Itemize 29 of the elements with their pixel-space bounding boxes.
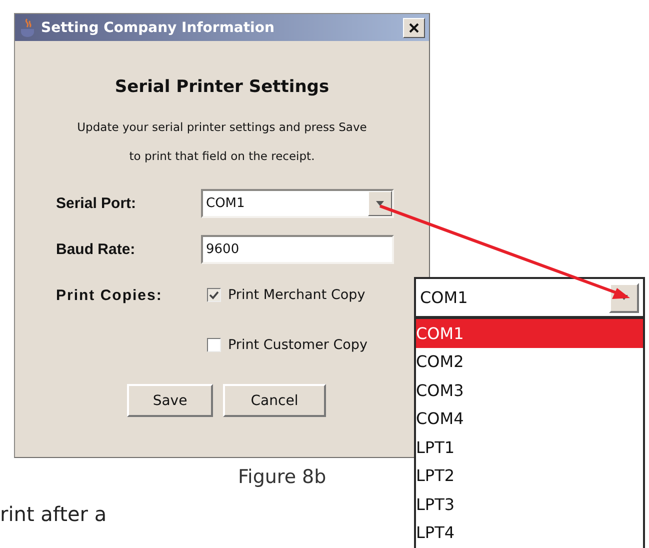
dropdown-option[interactable]: COM4 bbox=[416, 404, 643, 433]
copy-checkbox[interactable]: Print Customer Copy bbox=[207, 337, 368, 353]
serial-port-dropdown[interactable]: COM1 bbox=[201, 188, 394, 218]
window-title: Setting Company Information bbox=[41, 20, 276, 36]
dropdown-option[interactable]: COM3 bbox=[416, 376, 643, 404]
dialog-button[interactable]: Cancel bbox=[223, 384, 326, 417]
dropdown-option[interactable]: COM2 bbox=[416, 348, 643, 376]
field-label: Serial Port: bbox=[56, 194, 138, 212]
close-button[interactable] bbox=[403, 18, 425, 38]
field-label: Baud Rate: bbox=[56, 240, 136, 258]
body-text: rint after a bbox=[0, 502, 107, 526]
checkmark-icon bbox=[209, 290, 219, 300]
dropdown-option[interactable]: LPT4 bbox=[416, 518, 643, 547]
field-label: Print Copies: bbox=[56, 286, 164, 304]
dropdown-option[interactable]: LPT2 bbox=[416, 462, 643, 490]
dropdown-option[interactable]: LPT3 bbox=[416, 490, 643, 518]
dropdown-option[interactable]: COM1 bbox=[416, 319, 643, 348]
close-icon bbox=[409, 22, 419, 32]
dialog-button[interactable]: Save bbox=[127, 384, 213, 417]
caret-icon bbox=[376, 200, 384, 206]
coffee-cup-icon bbox=[19, 18, 37, 38]
baud-rate-field[interactable]: 9600 bbox=[201, 234, 394, 264]
dialog-heading: Serial Printer Settings bbox=[114, 77, 330, 97]
dropdown-button[interactable] bbox=[368, 190, 392, 216]
instruction-text: to print that field on the receipt. bbox=[128, 148, 316, 165]
figure-caption: Figure 8b bbox=[238, 466, 326, 488]
copy-checkbox[interactable]: Print Merchant Copy bbox=[207, 287, 366, 303]
instruction-text: Update your serial printer settings and press Save bbox=[76, 119, 368, 136]
dropdown-option[interactable]: LPT1 bbox=[416, 433, 643, 462]
